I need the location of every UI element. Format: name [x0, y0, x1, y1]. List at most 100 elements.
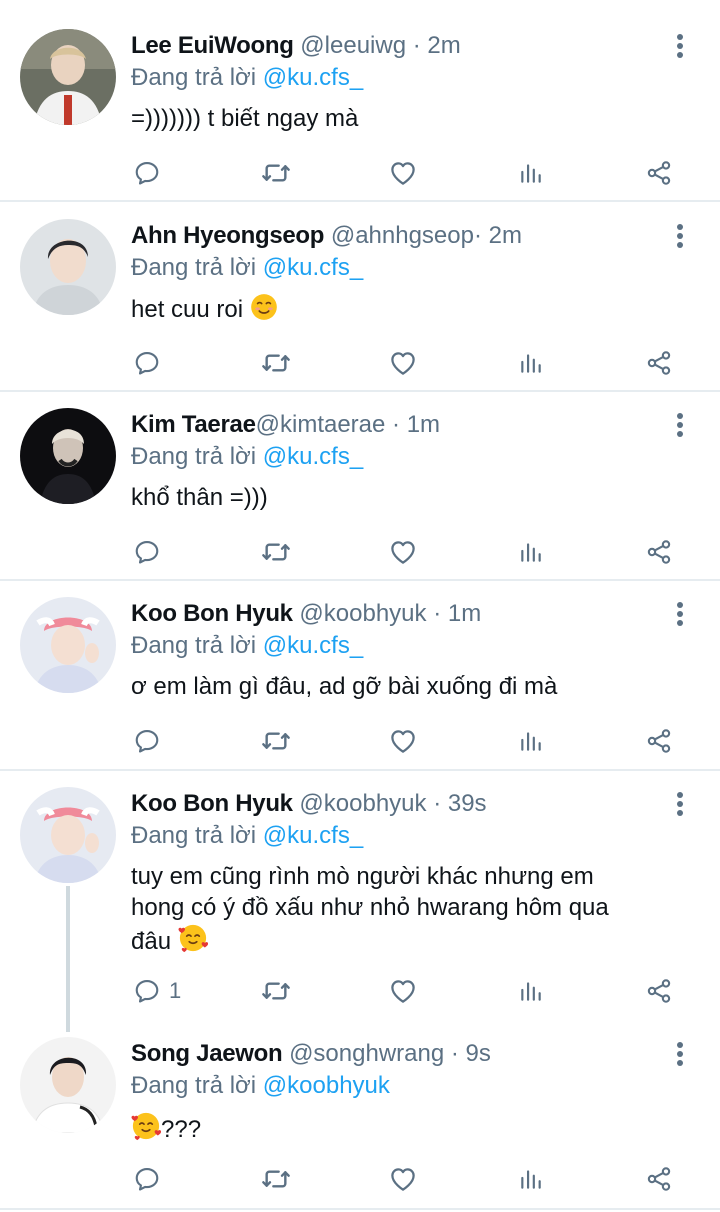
reply-prefix: Đang trả lời	[131, 64, 257, 91]
reply-prefix: Đang trả lời	[131, 822, 257, 849]
avatar[interactable]	[20, 597, 116, 693]
share-button[interactable]	[645, 534, 673, 570]
username[interactable]: @koobhyuk	[299, 600, 426, 627]
tweet-text-line: hong có ý đồ xấu như nhỏ hwarang hôm qua	[131, 894, 609, 921]
share-button[interactable]	[645, 345, 673, 381]
tweet-header: Koo Bon Hyuk @koobhyuk · 1m	[131, 597, 481, 631]
like-icon	[388, 537, 418, 567]
share-button[interactable]	[645, 1161, 673, 1197]
analytics-button[interactable]	[518, 973, 544, 1009]
reply-icon	[133, 1165, 161, 1193]
retweet-button[interactable]	[260, 534, 292, 570]
reply-button[interactable]	[133, 723, 169, 759]
analytics-icon	[518, 978, 544, 1004]
replying-to: Đang trả lời @ku.cfs_	[131, 62, 363, 94]
avatar[interactable]	[20, 29, 116, 125]
retweet-button[interactable]	[260, 155, 292, 191]
avatar[interactable]	[20, 787, 116, 883]
reply-button[interactable]	[133, 1161, 169, 1197]
mention-link[interactable]: @koobhyuk	[263, 1072, 390, 1099]
analytics-button[interactable]	[518, 345, 544, 381]
divider	[0, 769, 720, 771]
timestamp[interactable]: · 2m	[413, 32, 461, 59]
display-name[interactable]: Song Jaewon	[131, 1040, 283, 1067]
analytics-button[interactable]	[518, 155, 544, 191]
timestamp[interactable]: · 39s	[433, 790, 486, 817]
mention-link[interactable]: @ku.cfs_	[263, 822, 363, 849]
like-button[interactable]	[388, 973, 418, 1009]
username[interactable]: @ahnhgseop	[331, 222, 474, 249]
replying-to: Đang trả lời @ku.cfs_	[131, 441, 363, 473]
retweet-button[interactable]	[260, 973, 292, 1009]
like-button[interactable]	[388, 723, 418, 759]
avatar[interactable]	[20, 1037, 116, 1133]
replying-to: Đang trả lời @ku.cfs_	[131, 820, 363, 852]
share-button[interactable]	[645, 723, 673, 759]
like-button[interactable]	[388, 155, 418, 191]
like-button[interactable]	[388, 1161, 418, 1197]
timestamp[interactable]: · 2m	[474, 222, 522, 249]
retweet-icon	[260, 347, 292, 379]
timestamp[interactable]: · 1m	[433, 600, 481, 627]
analytics-button[interactable]	[518, 534, 544, 570]
tweet-text: tuy em cũng rình mò người khác nhưng em …	[131, 861, 671, 957]
tweet-text: khổ thân =)))	[131, 484, 268, 511]
reply-button[interactable]	[133, 534, 169, 570]
tweet-text: ???	[131, 1111, 671, 1145]
display-name[interactable]: Koo Bon Hyuk	[131, 600, 293, 627]
mention-link[interactable]: @ku.cfs_	[263, 64, 363, 91]
more-options-icon[interactable]	[670, 221, 690, 251]
tweet-text: het cuu roi	[131, 293, 671, 325]
username[interactable]: @leeuiwg	[300, 32, 406, 59]
share-button[interactable]	[645, 155, 673, 191]
display-name[interactable]: Kim Taerae	[131, 411, 256, 438]
avatar[interactable]	[20, 219, 116, 315]
reply-button[interactable]: 1	[133, 973, 181, 1009]
retweet-icon	[260, 975, 292, 1007]
display-name[interactable]: Koo Bon Hyuk	[131, 790, 293, 817]
tweet-text-line: tuy em cũng rình mò người khác nhưng em	[131, 863, 594, 890]
username[interactable]: @songhwrang	[289, 1040, 444, 1067]
more-options-icon[interactable]	[670, 410, 690, 440]
mention-link[interactable]: @ku.cfs_	[263, 632, 363, 659]
reply-button[interactable]	[133, 345, 169, 381]
reply-button[interactable]	[133, 155, 169, 191]
share-button[interactable]	[645, 973, 673, 1009]
username[interactable]: @koobhyuk	[299, 790, 426, 817]
timestamp[interactable]: · 9s	[451, 1040, 491, 1067]
tweet-actions: 1	[0, 973, 720, 1009]
tweet-header: Song Jaewon @songhwrang · 9s	[131, 1037, 491, 1071]
avatar[interactable]	[20, 408, 116, 504]
mention-link[interactable]: @ku.cfs_	[263, 254, 363, 281]
like-icon	[388, 1164, 418, 1194]
timestamp[interactable]: · 1m	[392, 411, 440, 438]
divider	[0, 200, 720, 202]
retweet-button[interactable]	[260, 345, 292, 381]
analytics-button[interactable]	[518, 1161, 544, 1197]
retweet-icon	[260, 157, 292, 189]
like-button[interactable]	[388, 345, 418, 381]
divider	[0, 390, 720, 392]
tweet-actions	[0, 155, 720, 191]
like-icon	[388, 726, 418, 756]
like-button[interactable]	[388, 534, 418, 570]
display-name[interactable]: Ahn Hyeongseop	[131, 222, 324, 249]
more-options-icon[interactable]	[670, 1039, 690, 1069]
analytics-icon	[518, 728, 544, 754]
more-options-icon[interactable]	[670, 599, 690, 629]
tweet-actions	[0, 534, 720, 570]
username[interactable]: @kimtaerae	[256, 411, 386, 438]
smiling-face-with-hearts-emoji-icon	[131, 1111, 161, 1141]
retweet-icon	[260, 1163, 292, 1195]
retweet-button[interactable]	[260, 723, 292, 759]
more-options-icon[interactable]	[670, 31, 690, 61]
analytics-icon	[518, 160, 544, 186]
share-icon	[645, 349, 673, 377]
reply-prefix: Đang trả lời	[131, 254, 257, 281]
mention-link[interactable]: @ku.cfs_	[263, 443, 363, 470]
more-options-icon[interactable]	[670, 789, 690, 819]
analytics-button[interactable]	[518, 723, 544, 759]
display-name[interactable]: Lee EuiWoong	[131, 32, 294, 59]
share-icon	[645, 159, 673, 187]
retweet-button[interactable]	[260, 1161, 292, 1197]
